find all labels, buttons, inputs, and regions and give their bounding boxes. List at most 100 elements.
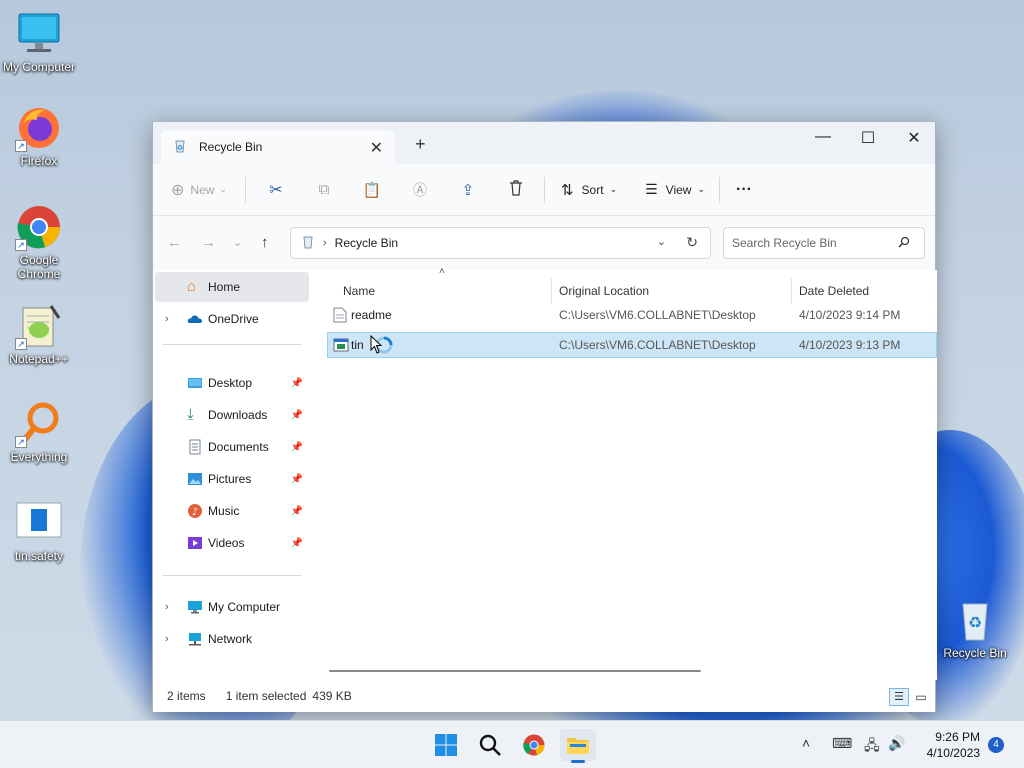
column-header-name[interactable]: Name xyxy=(343,278,375,304)
up-button[interactable]: ↑ xyxy=(261,234,269,251)
new-button[interactable]: ⊕ New ⌄ xyxy=(171,174,227,206)
search-placeholder: Search Recycle Bin xyxy=(732,236,837,250)
title-bar[interactable]: ♻ Recycle Bin ✕ + — ☐ ✕ xyxy=(153,122,935,164)
desktop-icon-chrome[interactable]: ↗ Google Chrome xyxy=(1,203,77,281)
shortcut-arrow-icon: ↗ xyxy=(15,338,27,350)
recent-locations-button[interactable]: ⌄ xyxy=(233,236,242,249)
breadcrumb-recycle-bin[interactable]: Recycle Bin xyxy=(335,236,398,250)
sidebar-item-label: OneDrive xyxy=(208,312,259,326)
desktop-icon-my-computer[interactable]: My Computer xyxy=(1,10,77,74)
rename-button[interactable]: Ⓐ xyxy=(406,174,434,206)
sidebar-item-music[interactable]: ♪ Music 📌 xyxy=(155,496,309,526)
sidebar-item-onedrive[interactable]: › OneDrive xyxy=(155,304,309,334)
search-input[interactable]: Search Recycle Bin xyxy=(723,227,925,259)
new-tab-button[interactable]: + xyxy=(415,134,426,155)
sidebar-item-downloads[interactable]: ⤓ Downloads 📌 xyxy=(155,400,309,430)
network-status-icon[interactable]: 🖧 xyxy=(864,735,880,759)
search-icon xyxy=(478,733,502,760)
desktop-icon-everything[interactable]: ↗ Everything xyxy=(1,400,77,464)
column-header-original-location[interactable]: Original Location xyxy=(559,278,649,304)
taskbar-chrome[interactable] xyxy=(516,729,552,761)
sidebar-item-my-computer[interactable]: › My Computer xyxy=(155,592,309,622)
pin-icon[interactable]: 📌 xyxy=(291,410,303,421)
keyboard-icon[interactable]: ⌨ xyxy=(832,735,852,752)
tab-recycle-bin[interactable]: ♻ Recycle Bin ✕ xyxy=(161,130,395,164)
cut-button[interactable]: ✂ xyxy=(262,174,290,206)
sidebar-item-videos[interactable]: Videos 📌 xyxy=(155,528,309,558)
details-view-icon: ☰ xyxy=(894,691,904,703)
desktop-icon-firefox[interactable]: ↗ Firefox xyxy=(1,104,77,168)
sidebar-item-home[interactable]: ⌂ Home xyxy=(155,272,309,302)
sidebar-item-network[interactable]: › Network xyxy=(155,624,309,654)
chevron-right-icon[interactable]: › xyxy=(165,633,169,645)
firefox-icon: ↗ xyxy=(15,104,63,152)
volume-icon[interactable]: 🔊 xyxy=(888,735,905,752)
desktop-icon-notepad-plus-plus[interactable]: ↗ Notepad++ xyxy=(1,302,77,366)
search-icon xyxy=(898,236,910,251)
desktop-icon-tin-safety[interactable]: tin.safety xyxy=(1,499,77,563)
column-header-label: Original Location xyxy=(559,284,650,298)
sidebar-item-desktop[interactable]: Desktop 📌 xyxy=(155,368,309,398)
tiles-view-toggle[interactable]: ▭ xyxy=(911,688,931,706)
desktop-folder-icon xyxy=(187,375,203,391)
notification-badge[interactable]: 4 xyxy=(988,737,1004,753)
minimize-button[interactable]: — xyxy=(800,128,846,146)
music-icon: ♪ xyxy=(187,503,203,519)
sidebar-item-label: Home xyxy=(208,280,241,294)
chevron-right-icon[interactable]: › xyxy=(165,313,169,325)
column-divider[interactable] xyxy=(551,278,552,304)
pin-icon[interactable]: 📌 xyxy=(291,378,303,389)
desktop-icon-label: Everything xyxy=(10,450,68,464)
pin-icon[interactable]: 📌 xyxy=(291,506,303,517)
show-hidden-icons-button[interactable]: ˄ xyxy=(802,735,810,751)
paste-button[interactable]: 📋 xyxy=(358,174,386,206)
start-button[interactable] xyxy=(428,729,464,761)
share-button[interactable]: ⇪ xyxy=(454,174,482,206)
desktop-icon-recycle-bin[interactable]: ♻ Recycle Bin xyxy=(937,596,1013,660)
maximize-button[interactable]: ☐ xyxy=(845,128,891,148)
search-button[interactable] xyxy=(472,729,508,761)
clipboard-icon: 📋 xyxy=(362,181,382,199)
delete-button[interactable] xyxy=(502,174,530,206)
desktop-icon-label: tin.safety xyxy=(14,549,64,563)
copy-button[interactable]: ⧉ xyxy=(310,174,338,206)
back-button[interactable]: ← xyxy=(167,234,182,251)
view-button[interactable]: ☰ View ⌄ xyxy=(645,174,705,206)
forward-button[interactable]: → xyxy=(201,234,216,251)
sidebar-item-label: Videos xyxy=(208,536,245,550)
more-options-button[interactable]: ··· xyxy=(736,174,752,206)
pin-icon[interactable]: 📌 xyxy=(291,538,303,549)
sort-ascending-icon: ˄ xyxy=(439,266,445,277)
table-row-selected[interactable]: tin C:\Users\VM6.COLLABNET\Desktop 4/10/… xyxy=(327,332,937,358)
chevron-down-icon[interactable]: ⌄ xyxy=(657,235,666,248)
arrow-left-icon: ← xyxy=(167,234,182,251)
pin-icon[interactable]: 📌 xyxy=(291,442,303,453)
sidebar-item-documents[interactable]: Documents 📌 xyxy=(155,432,309,462)
details-view-toggle[interactable]: ☰ xyxy=(889,688,909,706)
navigation-pane: ⌂ Home › OneDrive Desktop 📌 ⤓ Downloads … xyxy=(153,270,311,680)
horizontal-scrollbar[interactable] xyxy=(329,670,701,672)
desktop-icon-label: My Computer xyxy=(2,60,76,74)
sort-button[interactable]: ⇅ Sort ⌄ xyxy=(561,174,617,206)
chevron-down-icon: ⌄ xyxy=(219,184,227,194)
table-row[interactable] xyxy=(327,423,937,449)
clock[interactable]: 9:26 PM 4/10/2023 xyxy=(918,729,980,761)
table-row[interactable]: readme C:\Users\VM6.COLLABNET\Desktop 4/… xyxy=(327,302,937,328)
chrome-icon: ↗ xyxy=(15,203,63,251)
chrome-icon xyxy=(522,733,546,760)
close-window-button[interactable]: ✕ xyxy=(891,128,937,148)
column-divider[interactable] xyxy=(791,278,792,304)
shortcut-arrow-icon: ↗ xyxy=(15,140,27,152)
selection-size: 439 KB xyxy=(312,689,352,703)
picture-icon xyxy=(187,471,203,487)
chevron-right-icon[interactable]: › xyxy=(165,601,169,613)
refresh-icon[interactable]: ↻ xyxy=(686,234,698,251)
taskbar-file-explorer[interactable] xyxy=(560,729,596,763)
address-bar[interactable]: › Recycle Bin ⌄ ↻ xyxy=(290,227,711,259)
arrow-right-icon: → xyxy=(201,234,216,251)
sidebar-item-pictures[interactable]: Pictures 📌 xyxy=(155,464,309,494)
close-tab-icon[interactable]: ✕ xyxy=(370,138,383,158)
pin-icon[interactable]: 📌 xyxy=(291,474,303,485)
file-explorer-window: ♻ Recycle Bin ✕ + — ☐ ✕ ⊕ New ⌄ ✂ ⧉ 📋 Ⓐ … xyxy=(152,121,937,712)
column-header-date-deleted[interactable]: Date Deleted xyxy=(799,278,869,304)
